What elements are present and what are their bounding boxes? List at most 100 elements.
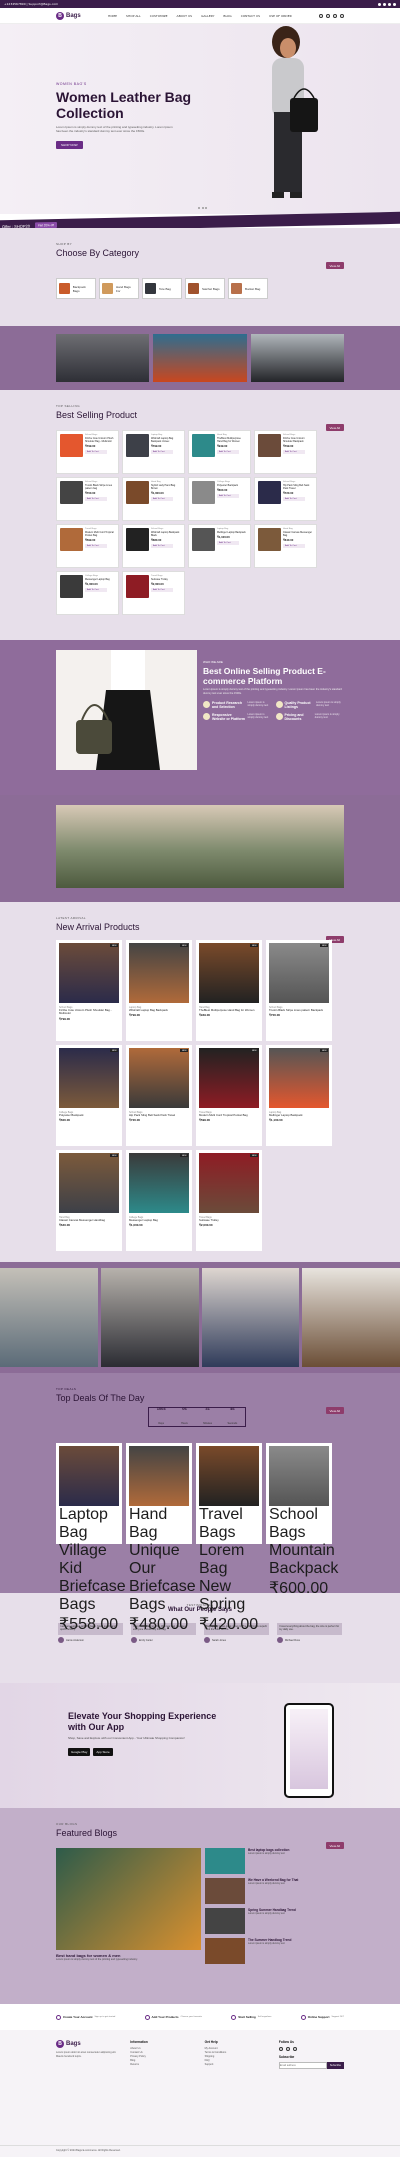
add-to-cart-button[interactable]: Add To Cart	[85, 588, 107, 592]
google-play-button[interactable]: Google Play	[68, 1748, 91, 1756]
blog-card[interactable]: Best laptop bags collection Lorem ipsum i…	[205, 1848, 344, 1874]
nav-link-gallery[interactable]: GALLERY	[201, 14, 214, 18]
product-card[interactable]: NEW School Bags Fizzbe Cute Unicorn Plush …	[56, 940, 122, 1041]
product-card[interactable]: Hand Bag Unique Our Briefcase Bags ₹480.00	[126, 1443, 196, 1633]
add-to-cart-button[interactable]: Add To Cart	[85, 497, 107, 501]
footer-link[interactable]: Returns	[130, 2063, 194, 2067]
product-card[interactable]: Laptop Bag Village Kid Briefcase Bags ₹558…	[56, 1443, 126, 1633]
product-card[interactable]: NEW Laptop Bag Mellinger Laptop Backpack ₹1…	[266, 1045, 332, 1146]
product-card[interactable]: Hand Bag Stylish Lady Hand Bag Brown ₹1,00…	[122, 477, 185, 521]
footer-logo[interactable]: B Bags	[56, 2040, 120, 2048]
add-to-cart-button[interactable]: Add To Cart	[151, 497, 173, 501]
product-image	[258, 434, 281, 457]
blog-card[interactable]: Spring Summer Handbag Trend Lorem ipsum i…	[205, 1908, 344, 1934]
product-card[interactable]: Travel Bags Suitcase Trolley ₹2,000.00 Add …	[122, 571, 185, 615]
twitter-icon[interactable]	[383, 2, 386, 6]
subscribe-button[interactable]: Subscribe	[326, 2062, 345, 2069]
add-to-cart-button[interactable]: Add To Cart	[85, 544, 107, 548]
product-card[interactable]: College Bags Polyester Backpack ₹600.00 Add…	[188, 477, 251, 521]
category-item[interactable]: Satchel Bags	[185, 278, 225, 299]
facebook-icon[interactable]	[278, 2047, 283, 2051]
blog-view-all-button[interactable]: View All	[325, 1842, 344, 1849]
add-to-cart-button[interactable]: Add To Cart	[217, 541, 239, 545]
nav-link-contact[interactable]: CONTACT US	[241, 14, 260, 18]
slider-dots[interactable]	[198, 207, 207, 209]
wishlist-icon[interactable]	[333, 13, 337, 18]
product-card[interactable]: NEW Travel Bags Modern Multi Cord Tropical…	[196, 1045, 262, 1146]
product-card[interactable]: NEW Hand Bag TheBlest Multipurpose Hand Ba…	[196, 940, 262, 1041]
footer-col-title: Get Help	[204, 2040, 218, 2044]
add-to-cart-button[interactable]: Add To Cart	[283, 450, 305, 454]
nav-link-home[interactable]: HOME	[108, 14, 117, 18]
product-price: ₹1,100.00	[269, 1118, 283, 1123]
category-view-all-button[interactable]: View All	[325, 262, 344, 269]
product-card[interactable]: NEW School Bags Hip Pack Sling Belt Sack P…	[126, 1045, 192, 1146]
product-card[interactable]: School Bags Fizzbe Cute Unicorn Shoulder …	[254, 430, 317, 474]
app-store-button[interactable]: App Store	[93, 1748, 113, 1756]
add-to-cart-button[interactable]: Add To Cart	[151, 544, 173, 548]
blog-card[interactable]: The Summer Handbag Trend Lorem ipsum is s…	[205, 1938, 344, 1964]
service-title: Create Your Account	[63, 2015, 93, 2019]
product-image	[60, 481, 83, 504]
copyright-bar: Copyright © 2024 Bags E-commerce. All Ri…	[0, 2145, 400, 2157]
product-card[interactable]: Travel Bags Modern Multi Cord Tropical Po…	[56, 524, 119, 568]
subscribe-email-input[interactable]	[278, 2062, 327, 2069]
best-view-all-button[interactable]: View All	[325, 424, 344, 431]
add-to-cart-button[interactable]: Add To Cart	[85, 450, 107, 454]
featured-blog-card[interactable]: Best hand bags for women & men Lorem ips…	[56, 1848, 201, 1964]
category-item[interactable]: Bucket Bag	[228, 278, 268, 299]
search-icon[interactable]	[319, 13, 323, 18]
product-card[interactable]: Travel Bags Lorem Bag New Spring ₹420.00	[196, 1443, 262, 1633]
add-to-cart-button[interactable]: Add To Cart	[217, 450, 239, 454]
hero-description: Lorem Ipsum is simply dummy text of the …	[56, 125, 173, 133]
youtube-icon[interactable]	[393, 2, 396, 6]
product-card[interactable]: School Bags Wildcraft Laptop Backpack Bla…	[122, 524, 185, 568]
product-card[interactable]: School Bags Trustin Black Stripe Lines pa…	[56, 477, 119, 521]
instagram-icon[interactable]	[292, 2047, 297, 2051]
footer-link[interactable]: Support	[205, 2063, 269, 2067]
add-to-cart-button[interactable]: Add To Cart	[151, 450, 173, 454]
add-to-cart-button[interactable]: Add To Cart	[283, 544, 305, 548]
nav-link-shop-all[interactable]: SHOP ALL	[126, 14, 141, 18]
shop-now-button[interactable]: SHOP NOW	[56, 141, 83, 149]
user-icon[interactable]	[326, 13, 330, 18]
site-logo[interactable]: B Bags	[56, 11, 81, 20]
product-category: School Bags	[85, 434, 98, 436]
deals-view-all-button[interactable]: View All	[325, 1407, 344, 1414]
product-card[interactable]: Laptop Bag Mellinger Laptop Backpack ₹1,10…	[188, 524, 251, 568]
product-info: College Bags Messenger Laptop Bag ₹1,000.0…	[85, 575, 115, 611]
add-to-cart-button[interactable]: Add To Cart	[151, 588, 173, 592]
product-card[interactable]: Laptop Bag Wildcraft Laptop Bag Backpack …	[122, 430, 185, 474]
blog-card[interactable]: We Have a Weekend Bag for That Lorem ipsu…	[205, 1878, 344, 1904]
category-item[interactable]: Tote Bag	[142, 278, 182, 299]
product-card[interactable]: School Bags Hip Pack Sling Belt Sack Pack…	[254, 477, 317, 521]
category-item[interactable]: Hand Bags For	[99, 278, 139, 299]
cart-icon[interactable]	[340, 13, 344, 18]
product-card[interactable]: NEW Laptop Bag Wildcraft Laptop Bag Backpa…	[126, 940, 192, 1041]
nav-link-blog[interactable]: BLOG	[223, 14, 231, 18]
product-card[interactable]: College Bags Messenger Laptop Bag ₹1,000.0…	[56, 571, 119, 615]
countdown-label: Minutes	[203, 1421, 213, 1425]
nav-link-customize[interactable]: CUSTOMIZE	[150, 14, 168, 18]
product-card[interactable]: NEW Hand Bag Classic Canvas Messenger Hand…	[56, 1150, 122, 1251]
product-card[interactable]: School Bags Mountain Backpack ₹600.00	[266, 1443, 338, 1597]
add-to-cart-button[interactable]: Add To Cart	[217, 494, 239, 498]
product-card[interactable]: Hand Bag TheBlest Multipurpose Hand Bag f…	[188, 430, 251, 474]
add-to-cart-button[interactable]: Add To Cart	[283, 497, 305, 501]
facebook-icon[interactable]	[378, 2, 381, 6]
product-name: Lorem Bag New Spring	[199, 1542, 246, 1613]
product-card[interactable]: NEW College Bags Messenger Laptop Bag ₹1,00…	[126, 1150, 192, 1251]
product-card[interactable]: School Bags Fizzbe Cute Unicorn Plush Sho…	[56, 430, 119, 474]
product-card[interactable]: NEW College Bags Polyester Backpack ₹600.00	[56, 1045, 122, 1146]
product-category: Hand Bag	[129, 1506, 168, 1541]
twitter-icon[interactable]	[285, 2047, 290, 2051]
arrival-kicker: LATEST ARRIVAL	[56, 916, 86, 920]
instagram-icon[interactable]	[388, 2, 391, 6]
product-image	[60, 528, 83, 551]
product-card[interactable]: NEW Travel Bags Suitcase Trolley ₹2,000.00	[196, 1150, 262, 1251]
nav-link-order[interactable]: USE OF ORDER	[269, 14, 292, 18]
nav-link-about[interactable]: ABOUT US	[177, 14, 193, 18]
category-item[interactable]: Backpack Bags	[56, 278, 96, 299]
product-card[interactable]: Hand Bag Classic Canvas Messenger Bag ₹640…	[254, 524, 317, 568]
product-card[interactable]: NEW School Bags Trustin Black Stripe Lines…	[266, 940, 332, 1041]
